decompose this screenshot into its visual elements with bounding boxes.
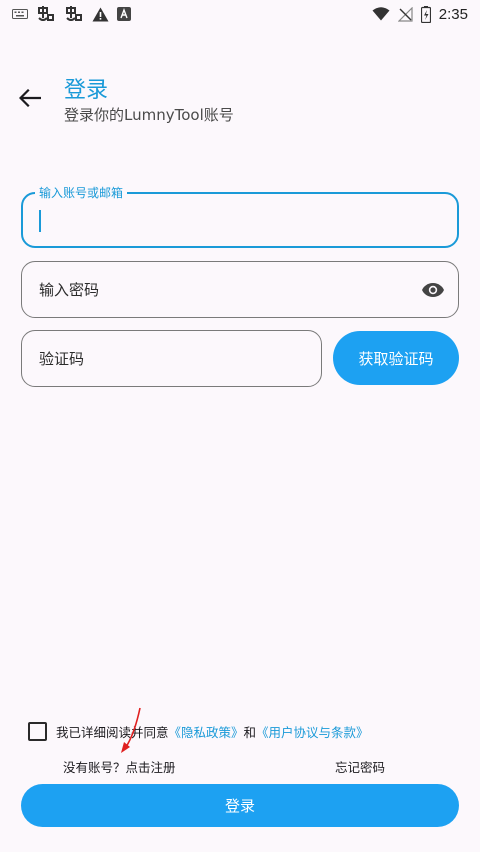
status-right-icons: 2:35 [372,5,468,23]
annotation-arrow-icon [118,706,144,758]
app-notification-icon [64,5,84,23]
battery-charging-icon [420,5,431,23]
status-bar: 2:35 [0,0,480,28]
password-input[interactable]: 输入密码 [21,261,459,318]
warning-icon [92,7,109,22]
verification-code-input[interactable]: 验证码 [21,330,322,387]
terms-link[interactable]: 《用户协议与条款》 [256,722,369,741]
register-link[interactable]: 没有账号？点击注册 [63,757,176,776]
account-input[interactable]: 输入账号或邮箱 [21,184,459,248]
verification-code-placeholder: 验证码 [39,350,85,368]
privacy-policy-link[interactable]: 《隐私政策》 [169,722,244,741]
forgot-password-link[interactable]: 忘记密码 [335,757,385,776]
password-placeholder: 输入密码 [39,281,100,299]
wifi-icon [372,7,390,21]
back-button[interactable] [14,84,46,116]
keyboard-icon [12,8,28,20]
agreement-and-text: 和 [243,724,257,740]
agreement-row: 我已详细阅读并同意 《隐私政策》 和 《用户协议与条款》 [28,721,369,741]
page-title: 登录 [64,78,109,103]
agreement-text: 我已详细阅读并同意 [56,724,169,740]
agreement-checkbox[interactable] [28,721,47,741]
page-subtitle: 登录你的LumnyTool账号 [64,106,234,124]
a-badge-icon [117,7,131,21]
status-time: 2:35 [438,5,468,23]
app-notification-icon [36,5,56,23]
eye-icon[interactable] [420,278,446,302]
get-code-button[interactable]: 获取验证码 [333,331,459,385]
no-signal-icon [397,6,413,22]
text-caret [39,210,41,232]
status-left-icons [12,5,131,23]
arrow-back-icon [18,88,42,111]
account-input-label: 输入账号或邮箱 [35,184,128,201]
login-button[interactable]: 登录 [21,784,459,827]
